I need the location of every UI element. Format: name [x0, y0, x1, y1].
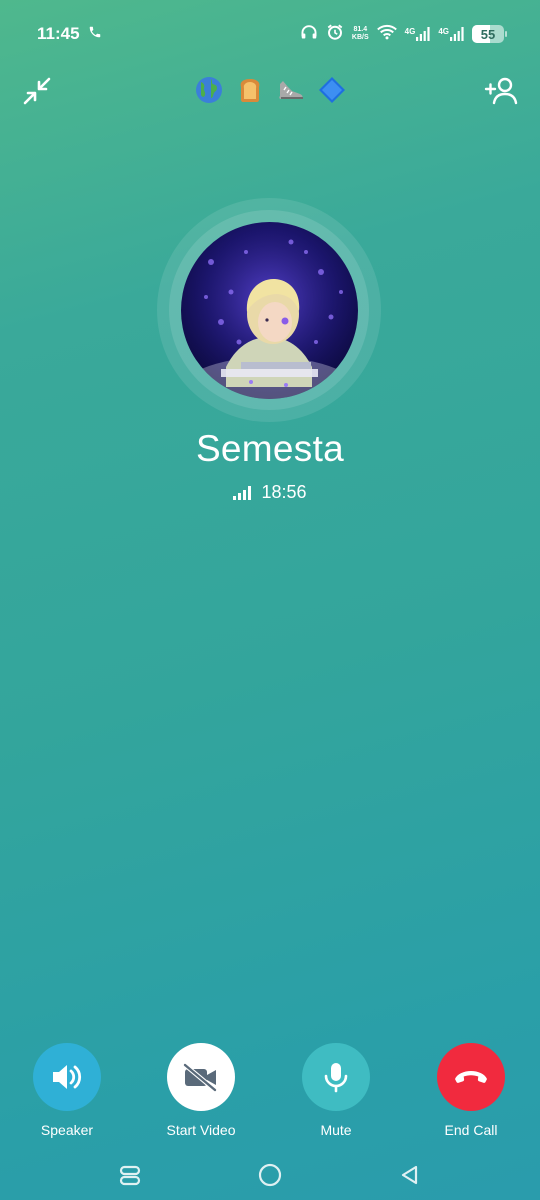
back-button[interactable]	[396, 1161, 424, 1189]
start-video-label: Start Video	[166, 1122, 236, 1138]
sim1-type: 4G	[404, 27, 416, 36]
net-speed-value: 81.4	[353, 26, 368, 33]
status-time: 11:45	[37, 24, 80, 43]
sim2-type: 4G	[438, 27, 449, 36]
phone-call-icon	[88, 24, 102, 44]
call-status: 18:56	[0, 482, 540, 503]
microphone-icon	[324, 1063, 348, 1093]
sim2-signal: 4G	[438, 27, 464, 41]
net-speed-unit: KB/S	[351, 34, 369, 41]
video-control: Start Video	[141, 1043, 261, 1138]
back-triangle-icon	[401, 1165, 418, 1185]
add-user-icon	[484, 77, 518, 105]
caller-name: Semesta	[195, 428, 345, 469]
encryption-key-emojis[interactable]	[0, 76, 540, 104]
sim1-signal: 4G	[405, 27, 431, 41]
avatar	[181, 222, 358, 399]
speaker-button[interactable]	[33, 1043, 101, 1111]
headphones-icon	[300, 24, 318, 45]
call-controls: Speaker Start Video Mute End Call	[0, 1043, 540, 1143]
add-participant-button[interactable]	[484, 76, 518, 106]
speaker-control: Speaker	[7, 1043, 127, 1138]
home-circle-icon	[258, 1163, 282, 1187]
status-right: 81.4 KB/S 4G 4G 55	[300, 23, 507, 46]
sneaker-emoji-icon	[277, 76, 305, 104]
recent-apps-button[interactable]	[116, 1161, 144, 1189]
end-call-control: End Call	[411, 1043, 531, 1138]
mute-label: Mute	[320, 1122, 352, 1138]
call-duration: 18:56	[261, 482, 307, 502]
signal-bars-icon	[450, 27, 464, 41]
navigation-bar	[0, 1155, 540, 1195]
hang-up-icon	[455, 1071, 487, 1083]
signal-bars-icon	[416, 27, 430, 41]
net-speed: 81.4 KB/S	[352, 26, 369, 42]
recent-apps-icon	[119, 1165, 141, 1186]
globe-emoji-icon	[195, 76, 223, 104]
signal-quality-icon	[233, 485, 252, 500]
start-video-button[interactable]	[167, 1043, 235, 1111]
home-button[interactable]	[256, 1161, 284, 1189]
speaker-icon	[53, 1065, 82, 1089]
end-call-button[interactable]	[437, 1043, 505, 1111]
status-left: 11:45	[37, 24, 102, 44]
bread-emoji-icon	[236, 76, 264, 104]
blue-diamond-emoji-icon	[318, 76, 346, 104]
video-off-icon	[182, 1062, 218, 1092]
mute-button[interactable]	[302, 1043, 370, 1111]
mute-control: Mute	[276, 1043, 396, 1138]
end-call-label: End Call	[444, 1122, 498, 1138]
battery-icon: 55	[472, 25, 507, 43]
status-bar: 11:45 81.4 KB/S 4G 4G 55	[0, 0, 540, 68]
wifi-icon	[376, 24, 397, 45]
speaker-label: Speaker	[40, 1122, 94, 1138]
battery-level: 55	[480, 26, 496, 42]
alarm-icon	[326, 23, 344, 46]
